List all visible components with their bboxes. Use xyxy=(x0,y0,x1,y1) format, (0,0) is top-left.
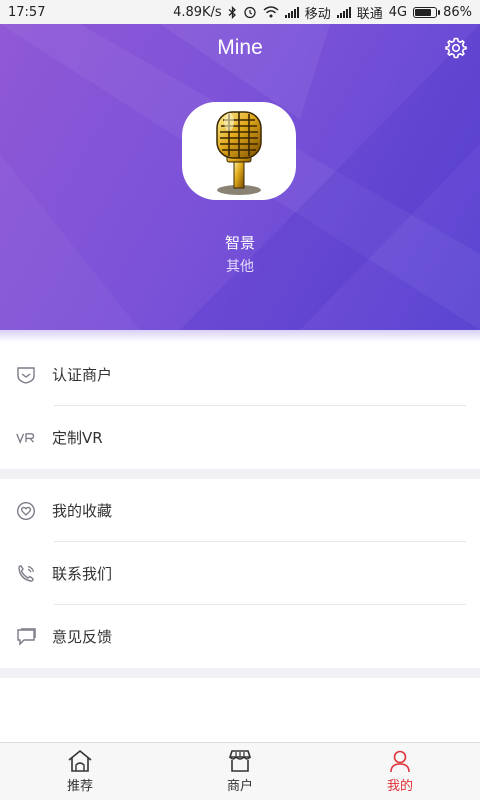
avatar[interactable] xyxy=(182,102,296,200)
alarm-icon xyxy=(243,5,257,19)
menu-item-contact-us[interactable]: 联系我们 xyxy=(0,542,480,605)
tab-mine[interactable]: 我的 xyxy=(320,743,480,800)
signal-icon-1 xyxy=(284,6,299,18)
page-title: Mine xyxy=(217,36,263,59)
tab-merchant[interactable]: 商户 xyxy=(160,743,320,800)
battery-icon xyxy=(413,6,441,18)
network-speed: 4.89K/s xyxy=(173,4,222,20)
menu-item-label: 意见反馈 xyxy=(52,628,113,646)
settings-button[interactable] xyxy=(442,34,470,62)
menu-item-label: 定制VR xyxy=(52,429,103,447)
status-bar: 17:57 4.89K/s 移动 联通 4G 86% xyxy=(0,0,480,24)
menu-item-label: 我的收藏 xyxy=(52,502,113,520)
home-icon xyxy=(68,749,92,772)
tab-recommend[interactable]: 推荐 xyxy=(0,743,160,800)
user-category: 其他 xyxy=(226,259,254,275)
profile-header: Mine 智景 其他 xyxy=(0,24,480,330)
carrier-2: 联通 xyxy=(356,6,383,22)
tab-label: 商户 xyxy=(226,779,253,794)
section-gap xyxy=(0,469,480,479)
bottom-tab-bar: 推荐 商户 我的 xyxy=(0,742,480,800)
signal-icon-2 xyxy=(336,6,351,18)
menu-item-label: 联系我们 xyxy=(52,565,113,583)
tab-label: 我的 xyxy=(386,779,413,794)
menu-item-custom-vr[interactable]: 定制VR xyxy=(0,406,480,469)
status-time: 17:57 xyxy=(8,4,46,20)
carrier-1: 移动 xyxy=(304,6,331,22)
phone-icon xyxy=(16,564,36,584)
user-icon xyxy=(390,750,410,773)
menu-item-feedback[interactable]: 意见反馈 xyxy=(0,605,480,668)
heart-icon xyxy=(16,501,36,521)
menu-item-certify-merchant[interactable]: 认证商户 xyxy=(0,343,480,406)
battery-percent: 86% xyxy=(443,4,472,20)
wifi-icon xyxy=(263,6,279,18)
bluetooth-icon xyxy=(228,5,237,19)
menu-item-favorites[interactable]: 我的收藏 xyxy=(0,479,480,542)
section-gap xyxy=(0,668,480,678)
gear-icon xyxy=(445,37,467,59)
tab-label: 推荐 xyxy=(66,779,93,794)
menu-item-label: 认证商户 xyxy=(52,366,113,384)
vr-icon xyxy=(16,428,36,448)
user-name: 智景 xyxy=(224,234,255,252)
shield-icon xyxy=(16,365,36,385)
header-shadow xyxy=(0,330,480,342)
menu-group-merchant: 认证商户 定制VR xyxy=(0,343,480,469)
microphone-icon xyxy=(216,111,262,195)
network-type: 4G xyxy=(388,4,408,20)
feedback-icon xyxy=(16,627,36,647)
store-icon xyxy=(228,750,252,772)
menu-group-personal: 我的收藏 联系我们 意见反馈 xyxy=(0,479,480,668)
